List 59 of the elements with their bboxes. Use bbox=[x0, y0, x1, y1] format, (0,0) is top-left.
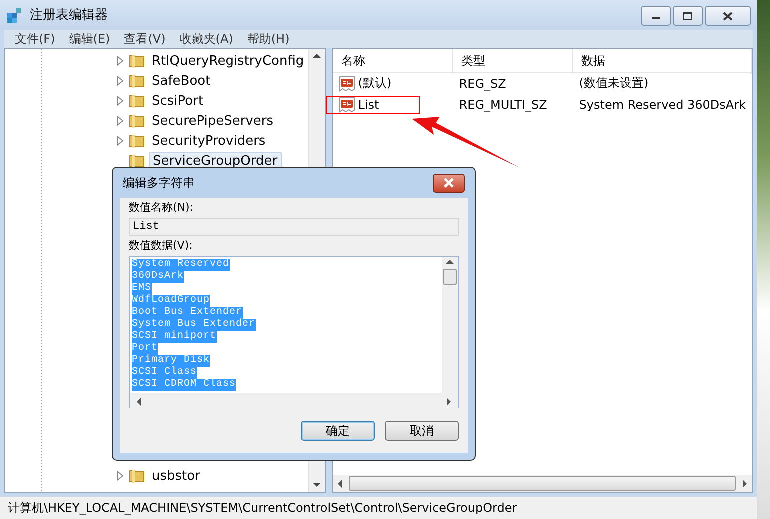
folder-icon bbox=[129, 113, 145, 129]
close-button[interactable] bbox=[433, 174, 465, 192]
scroll-left-icon[interactable] bbox=[136, 398, 142, 406]
column-header[interactable]: 数据 bbox=[573, 49, 752, 74]
folder-icon bbox=[129, 93, 145, 109]
close-button[interactable] bbox=[705, 6, 751, 26]
close-icon bbox=[443, 178, 455, 188]
value-name[interactable]: List bbox=[327, 96, 420, 112]
tree-item[interactable]: SecurityProviders bbox=[149, 132, 269, 150]
expand-arrow-icon[interactable] bbox=[117, 76, 125, 86]
value-data: (数值未设置) bbox=[578, 75, 650, 92]
menu-item[interactable]: 查看(V) bbox=[117, 30, 173, 48]
menu-item[interactable]: 帮助(H) bbox=[240, 30, 297, 48]
scroll-thumb[interactable] bbox=[349, 476, 736, 491]
tree-item[interactable]: RtlQueryRegistryConfig bbox=[149, 52, 308, 70]
folder-icon bbox=[129, 153, 145, 169]
tree-item[interactable]: SecurePipeServers bbox=[149, 112, 277, 130]
expand-arrow-icon[interactable] bbox=[117, 116, 125, 126]
folder-icon bbox=[129, 468, 145, 484]
string-value-icon bbox=[339, 96, 356, 112]
field-label: 数值名称(N): bbox=[129, 201, 195, 215]
expand-arrow-icon[interactable] bbox=[117, 136, 125, 146]
maximize-button[interactable] bbox=[673, 6, 703, 26]
scroll-up-icon[interactable] bbox=[446, 259, 454, 265]
value-data: System Reserved 360DsArk bbox=[578, 98, 747, 112]
status-bar: 计算机\HKEY_LOCAL_MACHINE\SYSTEM\CurrentControlSet\Control\ServiceGroupOrder bbox=[0, 497, 757, 519]
column-header[interactable]: 类型 bbox=[453, 49, 574, 74]
folder-icon bbox=[129, 53, 145, 69]
window-title: 注册表编辑器 bbox=[30, 7, 109, 24]
scroll-right-icon[interactable] bbox=[446, 398, 452, 406]
menu-item[interactable]: 编辑(E) bbox=[62, 30, 118, 48]
value-name[interactable]: (默认) bbox=[333, 75, 398, 92]
scroll-right-icon[interactable] bbox=[742, 480, 748, 488]
expand-arrow-icon[interactable] bbox=[117, 96, 125, 106]
scroll-left-icon[interactable] bbox=[337, 480, 344, 488]
dialog-button[interactable]: 确定 bbox=[301, 421, 375, 441]
value-type: REG_SZ bbox=[458, 76, 508, 90]
tree-item[interactable]: ScsiPort bbox=[149, 92, 207, 110]
value-name-field[interactable]: List bbox=[129, 218, 459, 236]
value-type: REG_MULTI_SZ bbox=[458, 98, 548, 112]
scroll-thumb[interactable] bbox=[443, 269, 457, 285]
folder-icon bbox=[129, 133, 145, 149]
tree-item[interactable]: usbstor bbox=[149, 468, 204, 484]
menu-item[interactable]: 文件(F) bbox=[8, 30, 62, 48]
scrollbar[interactable] bbox=[333, 475, 752, 492]
dialog-title: 编辑多字符串 bbox=[123, 174, 195, 192]
menu-item[interactable]: 收藏夹(A) bbox=[172, 30, 240, 48]
expand-arrow-icon[interactable] bbox=[117, 56, 125, 66]
column-header[interactable]: 名称 bbox=[333, 49, 454, 74]
maximize-icon bbox=[683, 12, 693, 20]
string-value-icon bbox=[339, 76, 356, 92]
minimize-button[interactable] bbox=[641, 6, 671, 26]
registry-cubes-icon bbox=[6, 6, 24, 24]
dialog-button[interactable]: 取消 bbox=[385, 421, 459, 441]
tree-item[interactable]: SafeBoot bbox=[149, 72, 214, 90]
close-icon bbox=[723, 12, 733, 20]
folder-icon bbox=[129, 73, 145, 89]
field-label: 数值数据(V): bbox=[129, 239, 194, 253]
expand-arrow-icon[interactable] bbox=[117, 471, 125, 481]
